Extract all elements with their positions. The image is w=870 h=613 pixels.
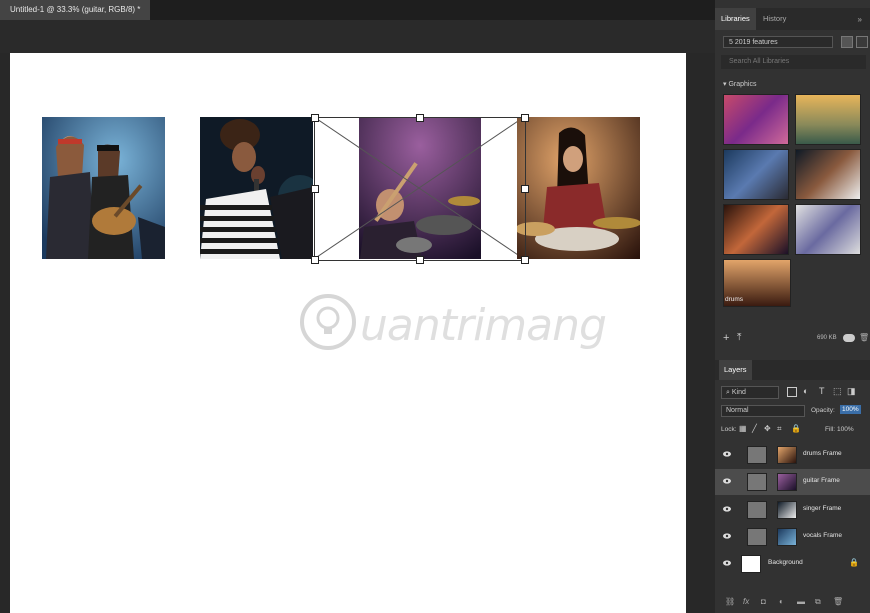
layer-image-thumbnail [777, 501, 797, 519]
layer-name: guitar Frame [803, 477, 840, 484]
visibility-eye-icon[interactable] [723, 478, 731, 484]
library-thumbnail[interactable] [723, 149, 789, 200]
delete-layer-icon[interactable]: 🗑 [833, 597, 843, 606]
filter-pixel-icon[interactable] [787, 387, 797, 397]
opacity-field[interactable]: 100% [840, 405, 861, 414]
drums-image [517, 117, 640, 259]
library-thumbnail[interactable] [795, 94, 861, 145]
tab-libraries[interactable]: Libraries [715, 8, 756, 30]
frame-thumbnail [747, 446, 767, 464]
frame-thumbnail [747, 501, 767, 519]
right-panel: Libraries History » 5 2019 features Sear… [715, 0, 870, 613]
watermark-text: uantrimang [360, 300, 607, 351]
layer-row-guitar[interactable]: guitar Frame [715, 469, 870, 495]
layer-row-singer[interactable]: singer Frame [715, 497, 870, 523]
library-thumbnail[interactable] [723, 94, 789, 145]
filter-adjust-icon[interactable]: ◐ [803, 386, 808, 396]
tab-layers[interactable]: Layers [719, 360, 752, 380]
watermark: uantrimang [298, 288, 618, 358]
tab-history[interactable]: History [757, 8, 792, 30]
layer-filter-select[interactable]: ⌕ Kind [721, 386, 779, 399]
blend-mode-select[interactable]: Normal [721, 405, 805, 417]
library-select[interactable]: 5 2019 features [723, 36, 833, 48]
layer-row-background[interactable]: Background 🔒 [715, 551, 870, 577]
fill-label: Fill: [825, 426, 836, 433]
vocals-image [42, 117, 165, 259]
library-search-input[interactable]: Search All Libraries [721, 55, 866, 69]
filter-type-icon[interactable]: T [819, 386, 825, 396]
sync-icon[interactable] [843, 334, 855, 342]
blend-mode-value: Normal [726, 407, 749, 414]
vocals-frame[interactable] [42, 117, 165, 259]
opacity-label: Opacity: [811, 407, 835, 414]
filter-smart-icon[interactable]: ◨ [847, 386, 856, 397]
layer-filter-bar: ⌕ Kind ◐ T ⬚ ◨ [721, 386, 864, 399]
frame-thumbnail [747, 528, 767, 546]
drums-frame[interactable] [517, 117, 640, 259]
group-folder-icon[interactable]: ▬ [797, 597, 805, 606]
background-thumbnail [741, 555, 761, 573]
adjustment-icon[interactable]: ◐ [779, 597, 784, 606]
visibility-eye-icon[interactable] [723, 533, 731, 539]
visibility-eye-icon[interactable] [723, 560, 731, 566]
library-thumbnail[interactable] [723, 204, 789, 255]
layer-image-thumbnail [777, 446, 797, 464]
document-tab[interactable]: Untitled-1 @ 33.3% (guitar, RGB/8) * [0, 0, 151, 20]
layer-name: singer Frame [803, 505, 842, 512]
layers-bottom-toolbar: ⛓ fx ◘ ◐ ▬ ⧉ 🗑 [715, 594, 870, 613]
panel-collapse-icon[interactable]: » [858, 15, 862, 24]
canvas-pasteboard [0, 20, 715, 53]
list-view-icon[interactable] [856, 36, 868, 48]
library-thumbnail[interactable] [795, 149, 861, 200]
frame-thumbnail [747, 473, 767, 491]
singer-frame[interactable] [200, 117, 313, 259]
upload-icon[interactable]: ⤒ [737, 332, 741, 343]
layer-image-thumbnail [777, 528, 797, 546]
filter-kind-label: Kind [731, 389, 746, 396]
trash-icon[interactable]: 🗑 [859, 333, 869, 342]
layers-panel-header: Layers [715, 360, 870, 380]
lock-paint-icon[interactable]: ╱ [752, 424, 757, 433]
add-icon[interactable]: + [723, 332, 729, 344]
lock-all-icon[interactable]: 🔒 [791, 424, 801, 433]
lock-pixels-icon[interactable]: ▦ [739, 424, 747, 433]
layer-name: vocals Frame [803, 532, 843, 539]
lock-move-icon[interactable]: ✥ [764, 424, 771, 433]
library-footer: + ⤒ 690 KB 🗑 [715, 330, 870, 348]
grid-view-icon[interactable] [841, 36, 853, 48]
link-layers-icon[interactable]: ⛓ [725, 597, 735, 606]
layer-row-vocals[interactable]: vocals Frame [715, 524, 870, 550]
layer-row-drums[interactable]: drums Frame [715, 442, 870, 468]
visibility-eye-icon[interactable] [723, 506, 731, 512]
lock-artboard-icon[interactable]: ⌗ [777, 424, 782, 434]
graphics-section-label[interactable]: ▾ Graphics [723, 80, 756, 88]
fill-field[interactable]: 100% [837, 426, 854, 433]
layer-lock-icon: 🔒 [849, 558, 859, 567]
singer-image [200, 117, 313, 259]
lock-label: Lock: [721, 426, 737, 433]
library-thumbnail[interactable] [795, 204, 861, 255]
fx-icon[interactable]: fx [743, 597, 749, 606]
filter-shape-icon[interactable]: ⬚ [833, 386, 842, 397]
libraries-panel-tabs: Libraries History » [715, 8, 870, 30]
document-canvas[interactable]: uantrimang [10, 53, 686, 613]
guitar-frame[interactable] [314, 117, 524, 259]
canvas-area: uantrimang [0, 20, 715, 613]
drums-thumbnail-label: drums [725, 296, 744, 303]
lock-bar: Lock: ▦ ╱ ✥ ⌗ 🔒 Fill: 100% [721, 424, 864, 436]
library-size: 690 KB [817, 335, 837, 341]
guitar-image [314, 117, 524, 259]
mask-icon[interactable]: ◘ [761, 597, 766, 606]
visibility-eye-icon[interactable] [723, 451, 731, 457]
layer-name: drums Frame [803, 450, 842, 457]
bulb-logo-icon [300, 294, 356, 350]
layer-name: Background [768, 559, 803, 566]
document-tab-bar: Untitled-1 @ 33.3% (guitar, RGB/8) * [0, 0, 715, 20]
layer-image-thumbnail [777, 473, 797, 491]
new-layer-icon[interactable]: ⧉ [815, 597, 821, 607]
